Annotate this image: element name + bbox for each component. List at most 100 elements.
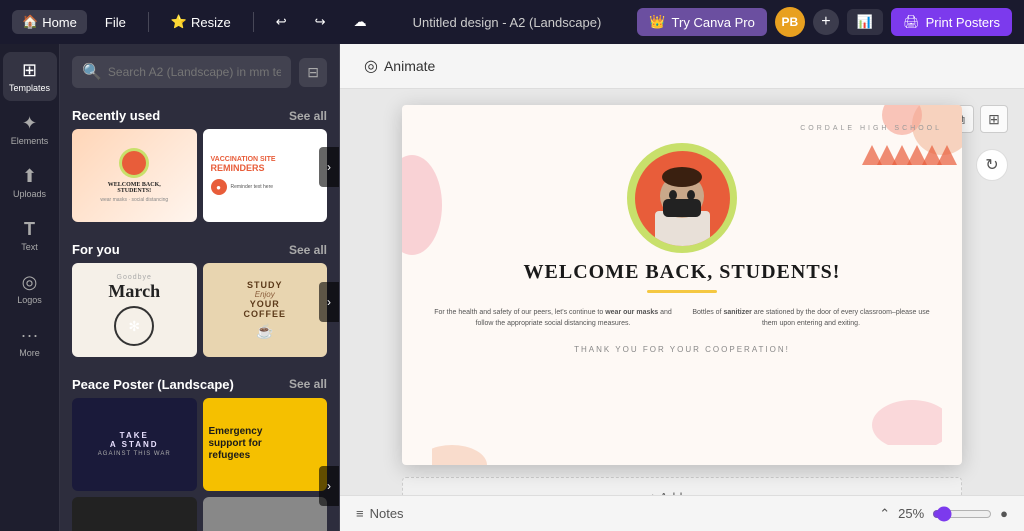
- recently-used-scroll-right[interactable]: ›: [319, 147, 339, 187]
- cloud-icon: ☁: [354, 14, 367, 30]
- uploads-icon: ⬆: [22, 166, 37, 187]
- sidebar-item-more[interactable]: ··· More: [3, 317, 57, 366]
- search-input[interactable]: [108, 65, 281, 79]
- for-you-section: For you See all Goodbye March ✻: [60, 234, 339, 368]
- circle-icon: ●: [1000, 506, 1008, 521]
- home-label: Home: [42, 15, 77, 30]
- search-icon: 🔍: [82, 62, 102, 82]
- home-button[interactable]: 🏠 Home: [12, 10, 87, 34]
- sidebar-item-templates[interactable]: ⊞ Templates: [3, 52, 57, 101]
- recently-used-grid: WELCOME BACK,STUDENTS! wear masks · soci…: [60, 129, 339, 234]
- resize-label: Resize: [191, 15, 231, 30]
- design-footer-text: THANK YOU FOR YOUR COOPERATION!: [574, 345, 790, 354]
- peace-scroll-right[interactable]: ›: [319, 466, 339, 506]
- canvas-wrapper: ⧉ ⊞ ↻: [340, 89, 1024, 531]
- text-icon: T: [24, 219, 35, 240]
- sidebar-item-uploads[interactable]: ⬆ Uploads: [3, 158, 57, 207]
- filter-button[interactable]: ⊟: [299, 58, 327, 87]
- school-name: CORDALE HIGH SCHOOL: [800, 125, 942, 132]
- avatar-inner-circle: [635, 151, 730, 246]
- design-canvas[interactable]: CORDALE HIGH SCHOOL: [402, 105, 962, 465]
- search-box[interactable]: 🔍: [72, 56, 291, 88]
- sidebar-item-elements[interactable]: ✦ Elements: [3, 105, 57, 154]
- try-canva-button[interactable]: 👑 Try Canva Pro: [637, 8, 767, 36]
- template-emergency[interactable]: Emergencysupport forrefugees: [203, 398, 328, 491]
- animate-icon: ◎: [364, 56, 378, 76]
- resize-icon: ⭐: [171, 14, 187, 30]
- sidebar-item-text[interactable]: T Text: [3, 211, 57, 260]
- peace-poster-section: Peace Poster (Landscape) See all TAKE A …: [60, 369, 339, 531]
- sidebar-label-uploads: Uploads: [13, 189, 46, 199]
- template-take-stand[interactable]: TAKE A STAND AGAINST THIS WAR: [72, 398, 197, 491]
- elements-icon: ✦: [22, 113, 37, 134]
- notes-button[interactable]: ≡ Notes: [356, 506, 404, 521]
- template-march[interactable]: Goodbye March ✻: [72, 263, 197, 356]
- animate-button[interactable]: ◎ Animate: [356, 52, 443, 80]
- sidebar-label-more: More: [19, 348, 40, 358]
- for-you-scroll-right[interactable]: ›: [319, 282, 339, 322]
- redo-button[interactable]: ↪: [305, 10, 336, 34]
- zoom-controls: ⌃ 25% ●: [879, 506, 1008, 522]
- recently-used-section: Recently used See all WELCOME BACK,STUDE…: [60, 100, 339, 234]
- more-icon: ···: [21, 325, 39, 346]
- template-bw[interactable]: refugees: [203, 497, 328, 531]
- nav-divider: [148, 12, 149, 32]
- deco-bottom-right: [842, 385, 942, 445]
- nav-right: 👑 Try Canva Pro PB + 📊 🖨 Print Posters: [637, 7, 1012, 37]
- analytics-button[interactable]: 📊: [847, 9, 883, 35]
- nav-divider-2: [253, 12, 254, 32]
- sidebar-label-text: Text: [21, 242, 38, 252]
- canvas-toolbar: ◎ Animate: [340, 44, 1024, 89]
- avatar[interactable]: PB: [775, 7, 805, 37]
- sidebar-label-logos: Logos: [17, 295, 42, 305]
- search-area: 🔍 ⊟: [60, 44, 339, 100]
- top-nav: 🏠 Home File ⭐ Resize ↩ ↪ ☁ Untitled desi…: [0, 0, 1024, 44]
- print-icon: 🖨: [903, 14, 920, 30]
- add-icon: ⊞: [988, 111, 1000, 128]
- plus-button[interactable]: +: [813, 9, 839, 35]
- chevron-up-icon: ⌃: [879, 506, 890, 522]
- template-study-coffee[interactable]: STUDY Enjoy YOUR COFFEE ☕: [203, 263, 328, 356]
- template-vaccination[interactable]: VACCINATION SITE REMINDERS ● Reminder te…: [203, 129, 328, 222]
- col2-text: Bottles of sanitizer are stationed by th…: [690, 307, 932, 329]
- zoom-slider[interactable]: [932, 506, 992, 522]
- notes-icon: ≡: [356, 506, 364, 521]
- redo-icon: ↪: [315, 14, 326, 30]
- refresh-button[interactable]: ↻: [976, 149, 1008, 181]
- peace-poster-see-all[interactable]: See all: [289, 377, 327, 391]
- add-canvas-button[interactable]: ⊞: [980, 105, 1008, 133]
- template-welcome-students[interactable]: WELCOME BACK,STUDENTS! wear masks · soci…: [72, 129, 197, 222]
- logos-icon: ◎: [22, 272, 38, 293]
- design-title: WELCOME BACK, STUDENTS!: [422, 261, 942, 284]
- file-button[interactable]: File: [95, 11, 136, 34]
- print-button[interactable]: 🖨 Print Posters: [891, 8, 1012, 36]
- zoom-level: 25%: [898, 506, 924, 521]
- canvas-area: ◎ Animate ⧉ ⊞ ↻: [340, 44, 1024, 531]
- for-you-grid: Goodbye March ✻ STUDY Enjoy YOUR COFFEE: [60, 263, 339, 368]
- undo-button[interactable]: ↩: [266, 10, 297, 34]
- bottom-bar: ≡ Notes ⌃ 25% ●: [340, 495, 1024, 531]
- avatar-outer-circle: [627, 143, 737, 253]
- design-title: Untitled design - A2 (Landscape): [385, 15, 630, 30]
- templates-panel: 🔍 ⊟ Recently used See all WELCOME BACK,S…: [60, 44, 340, 531]
- main-layout: ⊞ Templates ✦ Elements ⬆ Uploads T Text …: [0, 44, 1024, 531]
- sidebar-item-logos[interactable]: ◎ Logos: [3, 264, 57, 313]
- file-label: File: [105, 15, 126, 30]
- sidebar-label-elements: Elements: [11, 136, 49, 146]
- resize-button[interactable]: ⭐ Resize: [161, 10, 241, 34]
- for-you-see-all[interactable]: See all: [289, 243, 327, 257]
- recently-used-see-all[interactable]: See all: [289, 109, 327, 123]
- cloud-button[interactable]: ☁: [344, 10, 377, 34]
- for-you-header: For you See all: [60, 234, 339, 263]
- deco-bottom-left: [432, 415, 512, 465]
- design-underline: [647, 290, 717, 293]
- template-peace2[interactable]: peace: [72, 497, 197, 531]
- analytics-icon: 📊: [857, 14, 873, 30]
- animate-label: Animate: [384, 58, 435, 74]
- crown-icon: 👑: [649, 14, 665, 30]
- home-icon: 🏠: [22, 14, 38, 30]
- peace-poster-header: Peace Poster (Landscape) See all: [60, 369, 339, 398]
- recently-used-header: Recently used See all: [60, 100, 339, 129]
- for-you-title: For you: [72, 242, 120, 257]
- peace-poster-grid: TAKE A STAND AGAINST THIS WAR Emergencys…: [60, 398, 339, 531]
